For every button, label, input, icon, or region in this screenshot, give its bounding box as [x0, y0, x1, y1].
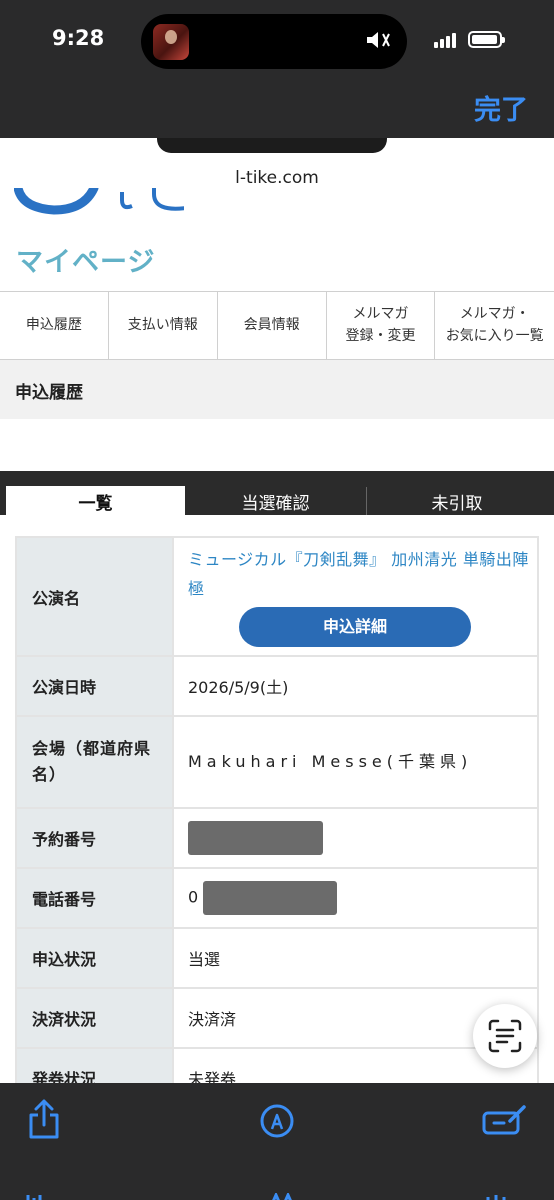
menu-item-favorites[interactable]: メルマガ・ お気に入り一覧 [435, 292, 554, 359]
table-row: 予約番号 [15, 807, 539, 869]
menu-item-application-history[interactable]: 申込履歴 [0, 292, 109, 359]
menu-item-newsletter-register[interactable]: メルマガ 登録・変更 [327, 292, 436, 359]
tab-bar: 一覧 当選確認 未引取 [0, 471, 554, 517]
table-row: 発券状況 未発券 [15, 1047, 539, 1083]
live-text-icon [488, 1019, 522, 1053]
bottom-toolbar [0, 1083, 554, 1200]
menu-item-member-info[interactable]: 会員情報 [218, 292, 327, 359]
tab-unclaimed[interactable]: 未引取 [367, 486, 547, 517]
mute-icon [365, 29, 395, 56]
menu-item-label-line2: 登録・変更 [345, 327, 416, 344]
section-title: 申込履歴 [15, 383, 83, 403]
row-value-phone: 0 [172, 867, 539, 929]
row-label-event: 公演名 [15, 536, 174, 657]
event-name-link[interactable]: ミュージカル『刀剣乱舞』 加州清光 単騎出陣 極 [188, 546, 537, 604]
row-value-event: ミュージカル『刀剣乱舞』 加州清光 単騎出陣 極 申込詳細 [172, 536, 539, 657]
status-bar: 9:28 [0, 0, 554, 80]
share-icon[interactable] [26, 1097, 62, 1145]
menu-item-label-line2: お気に入り一覧 [445, 327, 544, 344]
section-header: 申込履歴 [0, 360, 554, 419]
mypage-menu: 申込履歴 支払い情報 会員情報 メルマガ 登録・変更 メルマガ・ お気に入り一覧 [0, 291, 554, 360]
now-playing-artwork [153, 24, 189, 60]
menu-item-label: 会員情報 [243, 316, 300, 333]
redacted-block [203, 881, 338, 915]
page-title: マイページ [16, 247, 156, 278]
row-label-ticket: 発券状況 [15, 1047, 174, 1083]
row-value-date: 2026/5/9(土) [172, 655, 539, 717]
menu-item-label: 申込履歴 [25, 316, 82, 333]
phone-prefix: 0 [188, 887, 199, 907]
redacted-block [188, 821, 323, 855]
battery-icon [468, 31, 505, 48]
tab-win-check[interactable]: 当選確認 [185, 486, 366, 517]
toolbar-overflow-icons [26, 1189, 536, 1200]
menu-item-label: 支払い情報 [127, 316, 198, 333]
table-row: 公演日時 2026/5/9(土) [15, 655, 539, 717]
tab-underline [0, 515, 554, 517]
web-content: l-tike.com マイページ 申込履歴 支払い情報 会員情報 メルマガ 登録… [0, 138, 554, 1083]
menu-item-label-line1: メルマガ・ [459, 305, 530, 322]
url-label[interactable]: l-tike.com [0, 168, 554, 188]
row-label-date: 公演日時 [15, 655, 174, 717]
row-value-status: 当選 [172, 927, 539, 989]
markup-icon[interactable] [259, 1103, 295, 1143]
row-label-status: 申込状況 [15, 927, 174, 989]
live-text-button[interactable] [473, 1004, 537, 1068]
row-label-phone: 電話番号 [15, 867, 174, 929]
row-value-venue: Makuhari Messe(千葉県) [172, 715, 539, 809]
toolbar-grabber [157, 138, 387, 153]
dynamic-island [141, 14, 407, 69]
table-row: 申込状況 当選 [15, 927, 539, 989]
application-table: 公演名 ミュージカル『刀剣乱舞』 加州清光 単騎出陣 極 申込詳細 公演日時 2… [15, 536, 539, 1083]
menu-item-payment-info[interactable]: 支払い情報 [109, 292, 218, 359]
row-label-payment: 決済状況 [15, 987, 174, 1049]
status-time: 9:28 [52, 26, 105, 50]
tab-list[interactable]: 一覧 [6, 486, 185, 517]
application-detail-button[interactable]: 申込詳細 [239, 607, 471, 648]
site-logo [14, 188, 184, 218]
row-value-reservation [172, 807, 539, 869]
row-label-venue: 会場（都道府県名） [15, 715, 174, 809]
done-button[interactable]: 完了 [474, 88, 528, 127]
menu-item-label-line1: メルマガ [352, 305, 409, 322]
row-label-reservation: 予約番号 [15, 807, 174, 869]
edit-icon[interactable] [482, 1103, 528, 1141]
table-row: 電話番号 0 [15, 867, 539, 929]
table-row: 決済状況 決済済 [15, 987, 539, 1049]
table-row: 公演名 ミュージカル『刀剣乱舞』 加州清光 単騎出陣 極 申込詳細 [15, 536, 539, 657]
table-row: 会場（都道府県名） Makuhari Messe(千葉県) [15, 715, 539, 809]
